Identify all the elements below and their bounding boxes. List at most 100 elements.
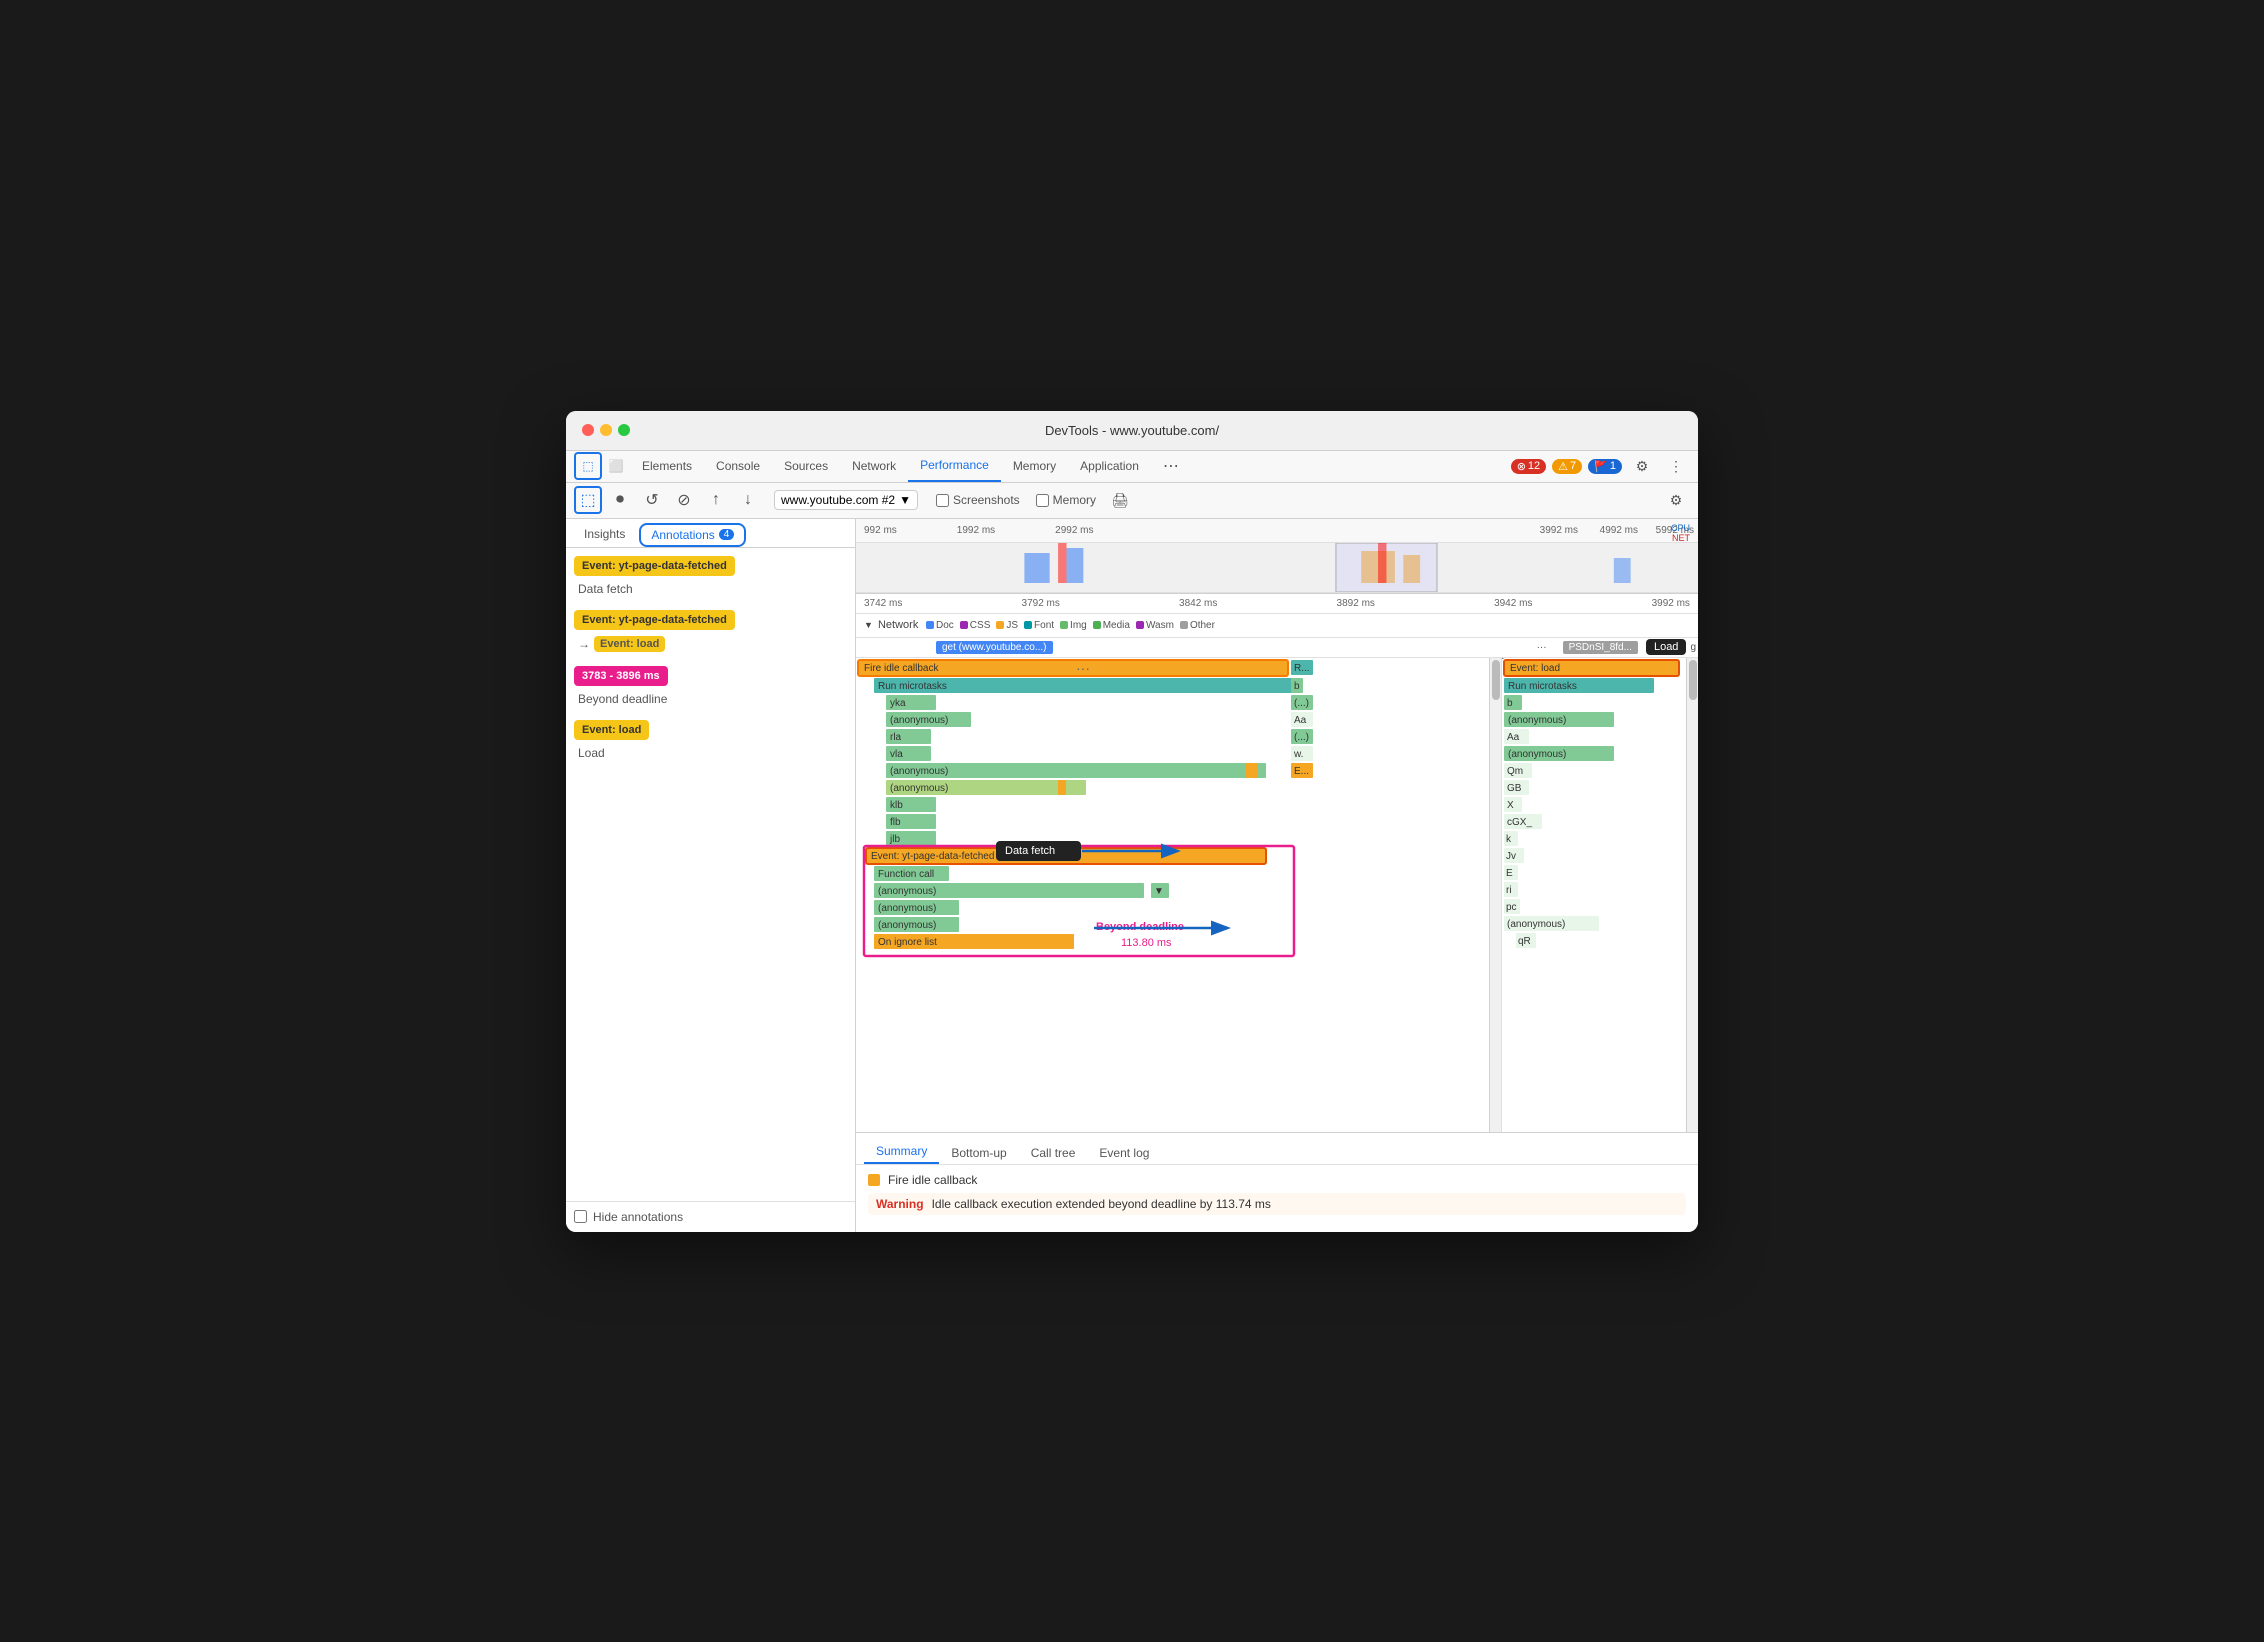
dots-menu[interactable]: ···	[1076, 660, 1090, 676]
error-icon: ⊗	[1517, 460, 1526, 473]
devtools-window: DevTools - www.youtube.com/ ⬚ ⬜ Elements…	[566, 411, 1698, 1232]
annotation-card-1[interactable]: Event: yt-page-data-fetched → Event: loa…	[574, 610, 847, 654]
devtools-settings-button[interactable]: ⚙	[1628, 452, 1656, 480]
timeline-area: 992 ms 1992 ms 2992 ms 3992 ms 4992 ms 5…	[856, 519, 1698, 594]
bottom-tab-event-log[interactable]: Event log	[1087, 1142, 1161, 1164]
detail-ruler-5: 3992 ms	[1652, 598, 1690, 609]
vertical-scrollbar-right[interactable]	[1686, 658, 1698, 1132]
detail-ruler-0: 3742 ms	[864, 598, 902, 609]
sidebar-toggle-button[interactable]: ⬚	[574, 486, 602, 514]
memory-checkbox[interactable]	[1036, 494, 1049, 507]
annotation-card-0[interactable]: Event: yt-page-data-fetched Data fetch	[574, 556, 847, 598]
bottom-tab-summary[interactable]: Summary	[864, 1140, 939, 1164]
get-entry[interactable]: get (www.youtube.co...)	[936, 641, 1053, 654]
summary-title: Fire idle callback	[868, 1173, 1686, 1187]
device-toolbar-button[interactable]: ⬜	[602, 452, 630, 480]
upload-button[interactable]: ↑	[702, 486, 730, 514]
svg-text:pc: pc	[1506, 902, 1517, 913]
tab-application[interactable]: Application	[1068, 450, 1151, 482]
annotation-label-1: Event: yt-page-data-fetched	[574, 610, 735, 630]
tab-memory[interactable]: Memory	[1001, 450, 1068, 482]
svg-text:▼: ▼	[1154, 886, 1164, 897]
svg-text:X: X	[1507, 800, 1514, 811]
svg-text:(anonymous): (anonymous)	[1507, 919, 1565, 930]
detail-ruler-3: 3892 ms	[1337, 598, 1375, 609]
detail-ruler-1: 3792 ms	[1022, 598, 1060, 609]
bottom-panel: Summary Bottom-up Call tree Event log Fi…	[856, 1132, 1698, 1232]
detail-ruler-2: 3842 ms	[1179, 598, 1217, 609]
svg-text:On ignore list: On ignore list	[878, 937, 937, 948]
tab-more[interactable]: ⋯	[1151, 450, 1191, 482]
record-button[interactable]: ⏺	[606, 486, 634, 514]
sidebar: Insights Annotations 4 Event: yt-page-da…	[566, 519, 856, 1232]
annotation-subtitle-3: Load	[574, 744, 847, 762]
annotation-arrow-1: → Event: load	[574, 634, 847, 654]
info-icon: 🚩	[1594, 460, 1608, 473]
scrollbar-thumb-right[interactable]	[1689, 660, 1697, 700]
warning-text: Idle callback execution extended beyond …	[932, 1197, 1271, 1211]
annotation-card-2[interactable]: 3783 - 3896 ms Beyond deadline	[574, 666, 847, 708]
flame-chart-right[interactable]: Event: load Run microtasks b (anonymous)…	[1501, 658, 1686, 1132]
annotation-subtitle-2: Beyond deadline	[574, 690, 847, 708]
scrollbar-thumb[interactable]	[1492, 660, 1500, 700]
net-label: NET	[1672, 533, 1690, 543]
tab-network[interactable]: Network	[840, 450, 908, 482]
legend-img-dot	[1060, 621, 1068, 629]
sidebar-tab-insights[interactable]: Insights	[574, 523, 635, 547]
svg-text:Fire idle callback: Fire idle callback	[864, 663, 939, 674]
psd-entry[interactable]: PSDnSI_8fd...	[1563, 641, 1638, 654]
sidebar-tab-annotations[interactable]: Annotations 4	[639, 523, 746, 547]
annotation-card-3[interactable]: Event: load Load	[574, 720, 847, 762]
download-button[interactable]: ↓	[734, 486, 762, 514]
tab-console[interactable]: Console	[704, 450, 772, 482]
svg-text:yka: yka	[890, 698, 906, 709]
flame-chart-area: ··· Fire idle callback Run microtasks yk…	[856, 658, 1698, 1132]
svg-text:E...: E...	[1294, 766, 1309, 777]
svg-text:Event: yt-page-data-fetched: Event: yt-page-data-fetched	[871, 851, 994, 862]
svg-text:Qm: Qm	[1507, 766, 1523, 777]
clear-button[interactable]: ⊘	[670, 486, 698, 514]
inspect-element-button[interactable]: ⬚	[574, 452, 602, 480]
close-button[interactable]	[582, 424, 594, 436]
memory-label: Memory	[1053, 493, 1096, 507]
svg-text:cGX_: cGX_	[1507, 817, 1532, 828]
devtools-more-button[interactable]: ⋮	[1662, 452, 1690, 480]
tab-elements[interactable]: Elements	[630, 450, 704, 482]
ruler-mark-2: 2992 ms	[1055, 525, 1093, 536]
screenshots-checkbox[interactable]	[936, 494, 949, 507]
traffic-lights	[582, 424, 630, 436]
bottom-tab-call-tree[interactable]: Call tree	[1019, 1142, 1088, 1164]
ruler-mark-1: 1992 ms	[957, 525, 995, 536]
error-count: 12	[1528, 460, 1540, 472]
svg-text:ri: ri	[1506, 885, 1512, 896]
annotation-label-2: 3783 - 3896 ms	[574, 666, 668, 686]
legend-other: Other	[1180, 620, 1215, 631]
bottom-tab-bottom-up[interactable]: Bottom-up	[939, 1142, 1018, 1164]
svg-text:113.80 ms: 113.80 ms	[1121, 937, 1172, 949]
hide-annotations-label: Hide annotations	[593, 1210, 683, 1224]
svg-text:b: b	[1507, 698, 1513, 709]
timeline-mini[interactable]	[856, 543, 1698, 593]
svg-text:Event: load: Event: load	[1510, 663, 1560, 674]
vertical-scrollbar[interactable]	[1489, 658, 1501, 1132]
svg-text:GB: GB	[1507, 783, 1522, 794]
url-selector[interactable]: www.youtube.com #2 ▼	[774, 490, 918, 510]
minimize-button[interactable]	[600, 424, 612, 436]
warning-row: Warning Idle callback execution extended…	[868, 1193, 1686, 1215]
network-triangle-icon: ▼	[864, 620, 873, 630]
sidebar-tabs: Insights Annotations 4	[566, 519, 855, 548]
maximize-button[interactable]	[618, 424, 630, 436]
svg-text:b: b	[1294, 681, 1300, 692]
capture-settings-button[interactable]: 🖨	[1106, 486, 1134, 514]
svg-text:(anonymous): (anonymous)	[878, 886, 936, 897]
svg-text:Data fetch: Data fetch	[1005, 845, 1055, 857]
warn-count: 7	[1570, 460, 1576, 472]
flame-chart-left[interactable]: Fire idle callback Run microtasks yka (a…	[856, 658, 1489, 1132]
perf-settings-button[interactable]: ⚙	[1662, 486, 1690, 514]
legend-doc: Doc	[926, 620, 954, 631]
tab-sources[interactable]: Sources	[772, 450, 840, 482]
hide-annotations-checkbox[interactable]	[574, 1210, 587, 1223]
svg-text:R...: R...	[1294, 663, 1310, 674]
refresh-record-button[interactable]: ↺	[638, 486, 666, 514]
tab-performance[interactable]: Performance	[908, 450, 1001, 482]
